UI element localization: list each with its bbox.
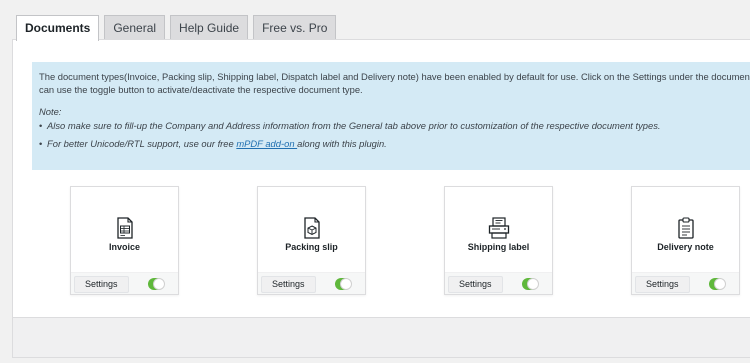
documents-panel: The document types(Invoice, Packing slip… [12,39,750,318]
delivery-note-enable-toggle[interactable] [709,278,726,290]
notice-note-title: Note: [39,106,62,117]
card-title-packing-slip: Packing slip [285,242,338,252]
tab-bar: Documents General Help Guide Free vs. Pr… [16,14,341,41]
document-card-delivery-note: Delivery note Settings [631,186,740,295]
shipping-label-enable-toggle[interactable] [522,278,539,290]
panel-footer [12,318,750,358]
notice-intro-line-2: can use the toggle button to activate/de… [39,84,363,95]
card-footer: Settings [71,272,178,294]
document-card-packing-slip: Packing slip Settings [257,186,366,295]
info-notice: The document types(Invoice, Packing slip… [32,62,750,170]
notice-bullet-mpdf: For better Unicode/RTL support, use our … [39,137,750,150]
notice-list: Also make sure to fill-up the Company an… [39,119,750,150]
document-card-shipping-label: Shipping label Settings [444,186,553,295]
shipping-label-icon [488,217,510,239]
toggle-knob [714,278,726,290]
tab-free-vs-pro[interactable]: Free vs. Pro [253,15,337,40]
card-title-invoice: Invoice [108,242,140,252]
delivery-note-settings-button[interactable]: Settings [635,276,690,293]
delivery-note-icon [678,217,694,239]
shipping-label-settings-button[interactable]: Settings [448,276,503,293]
tab-help-guide[interactable]: Help Guide [170,15,249,40]
invoice-settings-button[interactable]: Settings [74,276,129,293]
mpdf-addon-link[interactable]: mPDF add-on [236,138,297,149]
notice-intro-line-1: The document types(Invoice, Packing slip… [39,71,750,82]
card-title-shipping-label: Shipping label [467,242,530,252]
tab-general[interactable]: General [104,15,166,40]
invoice-enable-toggle[interactable] [148,278,165,290]
toggle-knob [153,278,165,290]
notice-bullet-mpdf-text: For better Unicode/RTL support, use our … [47,138,237,149]
card-footer: Settings [258,272,365,294]
tab-documents[interactable]: Documents [16,15,100,41]
toggle-knob [527,278,539,290]
card-footer: Settings [445,272,552,294]
card-footer: Settings [632,272,739,294]
packing-slip-enable-toggle[interactable] [335,278,352,290]
document-card-invoice: Invoice Settings [70,186,179,295]
notice-bullet-mpdf-text-after: along with this plugin. [297,138,387,149]
toggle-knob [340,278,352,290]
notice-bullet-company: Also make sure to fill-up the Company an… [39,119,750,132]
packing-slip-settings-button[interactable]: Settings [261,276,316,293]
invoice-icon [117,217,133,239]
card-title-delivery-note: Delivery note [657,242,714,252]
packing-slip-icon [304,217,320,239]
